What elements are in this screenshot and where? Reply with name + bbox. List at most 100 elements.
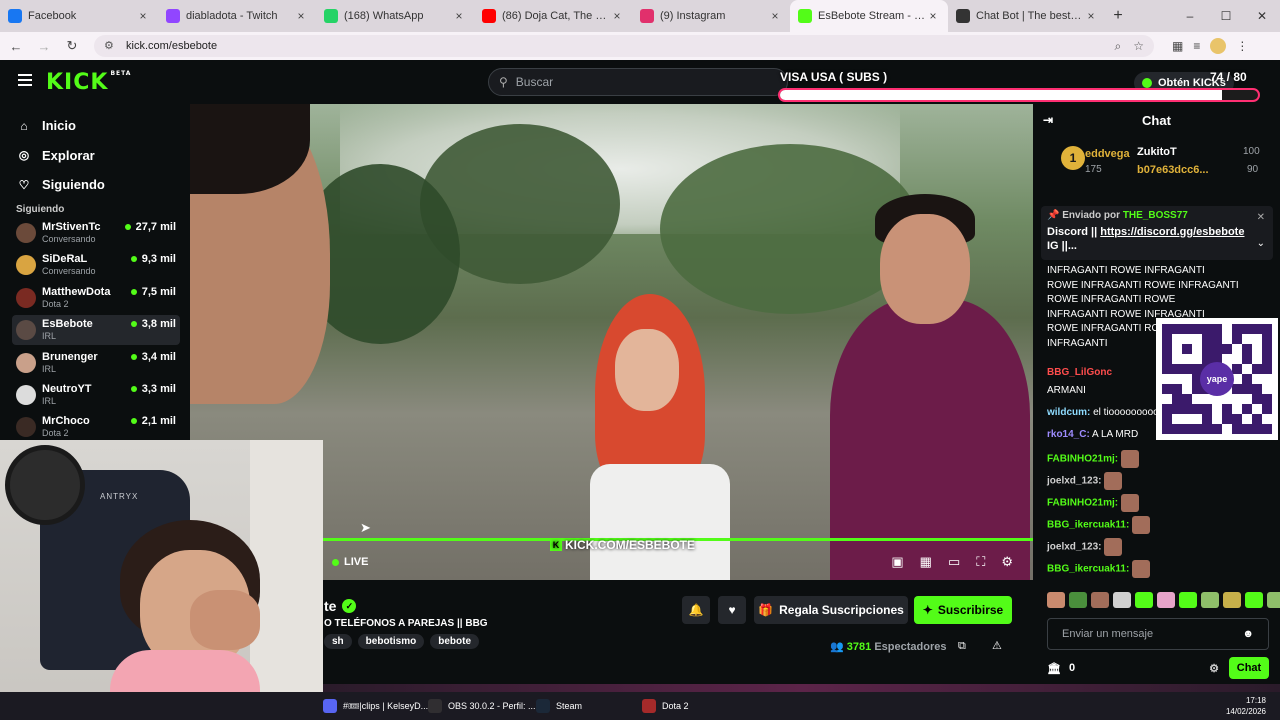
kicks-wallet-icon[interactable]: 🏛	[1047, 662, 1061, 675]
minimize-icon[interactable]: –	[1172, 0, 1208, 32]
quick-emote[interactable]	[1069, 592, 1087, 608]
share-icon[interactable]: ⧉	[958, 640, 966, 653]
sidebar-channel[interactable]: SiDeRaL Conversando 9,3 mil	[12, 250, 180, 280]
stream-tag[interactable]: bebotismo	[357, 634, 425, 649]
chat-username[interactable]: rko14_C:	[1047, 429, 1090, 440]
mini-player-icon[interactable]: ▣	[891, 554, 903, 570]
hamburger-menu-icon[interactable]	[18, 74, 32, 86]
sidebar-channel[interactable]: Brunenger IRL 3,4 mil	[12, 348, 180, 378]
browser-tab[interactable]: Chat Bot | The best ChatBot an×	[948, 0, 1106, 32]
channel-viewers: 27,7 mil	[124, 221, 176, 233]
leaderboard-third-name[interactable]: b07e63dcc6...	[1137, 164, 1209, 176]
stream-tag[interactable]: bebote	[430, 634, 480, 649]
chat-username[interactable]: wildcum:	[1047, 407, 1090, 418]
chat-username[interactable]: joelxd_123:	[1047, 476, 1101, 487]
unpin-icon[interactable]: ✕	[1257, 212, 1265, 223]
reload-icon[interactable]: ↻	[60, 34, 84, 58]
subscribe-button[interactable]: ✦ Suscribirse	[914, 596, 1012, 624]
quick-emote[interactable]	[1047, 592, 1065, 608]
report-warning-icon[interactable]: ⚠	[992, 639, 1002, 652]
extensions-icon[interactable]: ▦	[1172, 39, 1183, 53]
discord-link[interactable]: https://discord.gg/esbebote	[1100, 226, 1244, 238]
theater-mode-icon[interactable]: ▭	[948, 554, 960, 570]
leaderboard-second-name[interactable]: ZukitoT	[1137, 146, 1177, 158]
quick-emote[interactable]	[1267, 592, 1280, 608]
bookmark-star-icon[interactable]: ☆	[1133, 39, 1144, 54]
sidebar-nav-inicio[interactable]: ⌂ Inicio	[16, 118, 76, 133]
chat-settings-icon[interactable]: ⚙	[1209, 662, 1219, 675]
sidebar-channel[interactable]: EsBebote IRL 3,8 mil	[12, 315, 180, 346]
sidebar-channel[interactable]: MrChoco Dota 2 2,1 mil	[12, 412, 180, 442]
quick-emote[interactable]	[1091, 592, 1109, 608]
quick-emote[interactable]	[1135, 592, 1153, 608]
quick-emote[interactable]	[1179, 592, 1197, 608]
quick-emote[interactable]	[1113, 592, 1131, 608]
browser-tab[interactable]: (168) WhatsApp ×	[316, 0, 474, 32]
settings-gear-icon[interactable]: ⚙	[1001, 554, 1013, 570]
stream-tag[interactable]: sh	[324, 634, 352, 649]
taskbar-app[interactable]: OBS 30.0.2 - Perfil: ...	[428, 696, 536, 716]
quick-emote[interactable]	[1223, 592, 1241, 608]
expand-pinned-chevron-icon[interactable]: ⌄	[1257, 238, 1265, 249]
close-tab-icon[interactable]: ×	[452, 9, 466, 23]
taskbar-app[interactable]: Steam	[536, 696, 582, 716]
kick-logo[interactable]: KICK BETA	[46, 70, 131, 95]
browser-tab[interactable]: EsBebote Stream - Watch L×	[790, 0, 948, 32]
leaderboard-first-name[interactable]: eddvega	[1085, 148, 1130, 160]
chat-username[interactable]: BBG_LilGonc	[1047, 367, 1112, 378]
forward-icon[interactable]: →	[32, 34, 56, 58]
stream-title: O TELÉFONOS A PAREJAS || BBG	[324, 618, 488, 629]
taskbar-app[interactable]: #🎟|clips | KelseyD...	[323, 696, 428, 716]
new-tab-icon[interactable]: +	[1106, 7, 1130, 25]
profile-avatar[interactable]	[1210, 38, 1227, 54]
chat-username[interactable]: BBG_ikercuak11:	[1047, 520, 1129, 531]
clip-icon[interactable]: ▦	[920, 554, 932, 570]
maximize-icon[interactable]: ☐	[1208, 0, 1244, 32]
close-window-icon[interactable]: ✕	[1244, 0, 1280, 32]
emoji-picker-icon[interactable]: ☻	[1242, 628, 1254, 640]
pinned-message[interactable]: 📌 Enviado por THE_BOSS77 ✕ Discord || ht…	[1041, 206, 1273, 260]
pinned-by-name[interactable]: THE_BOSS77	[1123, 210, 1188, 221]
quick-emote[interactable]	[1201, 592, 1219, 608]
chat-send-button[interactable]: Chat	[1229, 657, 1269, 679]
zoom-icon[interactable]: ⌕	[1115, 39, 1122, 54]
follow-heart-button[interactable]: ♥	[718, 596, 746, 624]
site-settings-icon[interactable]: ⚙	[104, 39, 118, 53]
url-field[interactable]: ⚙ kick.com/esbebote ⌕ ☆	[94, 35, 1154, 57]
qr-module	[1242, 374, 1252, 384]
reading-list-icon[interactable]: ≡	[1193, 39, 1200, 53]
browser-tab[interactable]: Facebook ×	[0, 0, 158, 32]
close-tab-icon[interactable]: ×	[610, 9, 624, 23]
streamer-name[interactable]: te ✓	[324, 598, 357, 614]
sidebar-channel[interactable]: NeutroYT IRL 3,3 mil	[12, 380, 180, 410]
chat-username[interactable]: FABINHO21mj:	[1047, 454, 1118, 465]
browser-tab[interactable]: diabladota - Twitch ×	[158, 0, 316, 32]
browser-tab[interactable]: (9) Instagram ×	[632, 0, 790, 32]
close-tab-icon[interactable]: ×	[926, 9, 940, 23]
sidebar-channel[interactable]: MatthewDota Dota 2 7,5 mil	[12, 283, 180, 313]
taskbar-app[interactable]: Dota 2	[642, 696, 689, 716]
chat-username[interactable]: FABINHO21mj:	[1047, 498, 1118, 509]
browser-tab[interactable]: (86) Doja Cat, The Weeknd - Yo×	[474, 0, 632, 32]
chat-username[interactable]: joelxd_123:	[1047, 542, 1101, 553]
quick-emote[interactable]	[1245, 592, 1263, 608]
close-tab-icon[interactable]: ×	[294, 9, 308, 23]
close-tab-icon[interactable]: ×	[136, 9, 150, 23]
fullscreen-icon[interactable]: ⛶	[976, 554, 985, 570]
back-icon[interactable]: ←	[4, 34, 28, 58]
close-tab-icon[interactable]: ×	[768, 9, 782, 23]
chat-message-input[interactable]: Enviar un mensaje ☻	[1047, 618, 1269, 650]
sidebar-channel[interactable]: MrStivenTc Conversando 27,7 mil	[12, 218, 180, 248]
menu-kebab-icon[interactable]: ⋮	[1236, 39, 1248, 53]
collapse-chat-icon[interactable]: ⇥	[1043, 113, 1053, 127]
qr-module	[1162, 394, 1172, 404]
quick-emote[interactable]	[1157, 592, 1175, 608]
sidebar-nav-siguiendo[interactable]: ♡ Siguiendo	[16, 177, 105, 192]
chat-username[interactable]: BBG_ikercuak11:	[1047, 564, 1129, 575]
search-input[interactable]: ⚲ Buscar	[488, 68, 788, 96]
close-tab-icon[interactable]: ×	[1084, 9, 1098, 23]
gift-subs-button[interactable]: 🎁 Regala Suscripciones	[754, 596, 908, 624]
sidebar-nav-explorar[interactable]: ◎ Explorar	[16, 148, 95, 163]
notification-bell-button[interactable]: 🔔	[682, 596, 710, 624]
browser-tab-strip: Facebook × diabladota - Twitch × (168) Whats…	[0, 0, 1280, 32]
